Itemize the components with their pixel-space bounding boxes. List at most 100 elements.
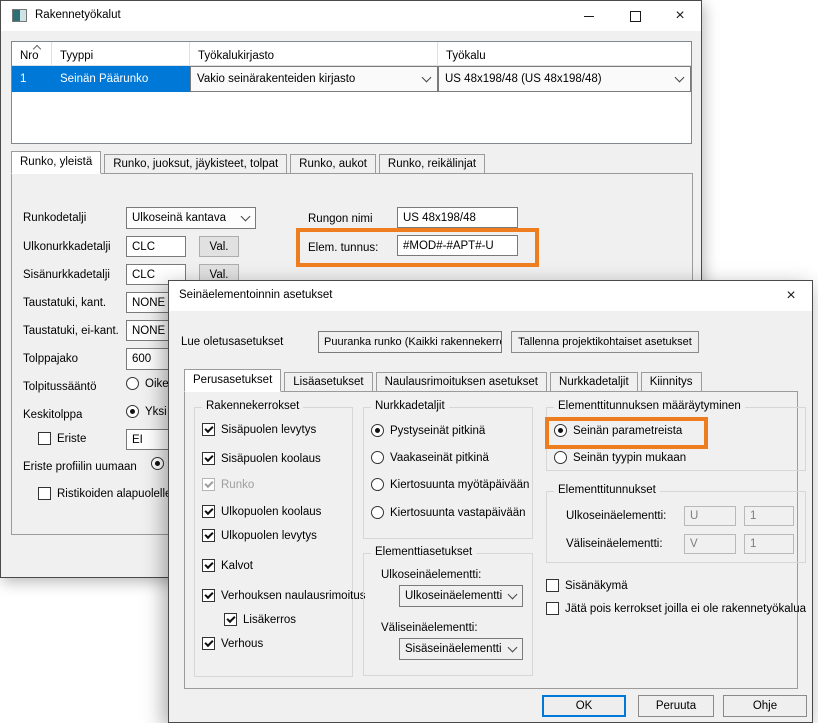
tunnus-valiseinaelementti-label: Väliseinäelementti: — [566, 537, 663, 551]
tab-runko-reikalinjat[interactable]: Runko, reikälinjat — [379, 154, 485, 174]
ristikoiden-alapuolelle-label: Ristikoiden alapuolelle — [57, 488, 171, 500]
help-button[interactable]: Ohje — [723, 695, 807, 717]
checkbox-ulkopuolen-koolaus[interactable]: Ulkopuolen koolaus — [202, 505, 321, 518]
back-titlebar[interactable]: Rakennetyökalut × — [1, 1, 701, 31]
checkbox-verhous[interactable]: Verhous — [202, 637, 263, 650]
checkbox-kalvot[interactable]: Kalvot — [202, 559, 253, 572]
radio-seinan-parametreista[interactable]: Seinän parametreista — [554, 424, 682, 437]
tab-nurkkadetaljit[interactable]: Nurkkadetaljit — [550, 372, 638, 392]
tab-runko-aukot[interactable]: Runko, aukot — [290, 154, 376, 174]
eriste-checkbox[interactable]: Eriste — [38, 432, 86, 445]
rungon-nimi-field[interactable]: US 48x198/48 — [397, 207, 518, 228]
runkodetalji-value: Ulkoseinä kantava — [132, 212, 226, 224]
tab-naulausrimoituksen-asetukset[interactable]: Naulausrimoituksen asetukset — [376, 372, 547, 392]
front-close-button[interactable]: × — [770, 281, 812, 311]
radio-seinan-tyypin-mukaan[interactable]: Seinän tyypin mukaan — [554, 451, 686, 464]
radio-icon — [126, 405, 139, 418]
screen: Rakennetyökalut × Nro Tyyppi Työkalukirj… — [0, 0, 818, 723]
close-icon: × — [786, 288, 795, 304]
checkbox-sisapuolen-koolaus[interactable]: Sisäpuolen koolaus — [202, 452, 321, 465]
tab-runko-yleista[interactable]: Runko, yleistä — [11, 151, 101, 174]
group-title: Rakennekerrokset — [202, 400, 303, 412]
app-icon — [12, 9, 27, 22]
cell-tyyppi[interactable]: Seinän Päärunko — [52, 66, 190, 92]
cancel-button[interactable]: Peruuta — [638, 695, 714, 717]
oletusasetukset-dropdown[interactable]: Puuranka runko (Kaikki rakennekerrokset) — [318, 331, 502, 353]
valiseinaelementti-label: Väliseinäelementti: — [381, 621, 478, 635]
cell-tyokalukirjasto: Vakio seinärakenteiden kirjasto — [190, 66, 438, 92]
close-button[interactable]: × — [658, 1, 702, 31]
rungon-nimi-label: Rungon nimi — [308, 212, 373, 226]
tunnus-ulkoseinaelementti-label: Ulkoseinäelementti: — [566, 509, 666, 523]
checkbox-label: Ulkopuolen levytys — [221, 530, 317, 542]
front-dialog-tabs: Perusasetukset Lisäasetukset Naulausrimo… — [184, 370, 705, 392]
column-header-nro[interactable]: Nro — [12, 42, 52, 65]
ok-button[interactable]: OK — [542, 695, 626, 717]
checkbox-icon — [546, 579, 559, 592]
runkodetalji-label: Runkodetalji — [23, 211, 86, 225]
radio-label: Seinän tyypin mukaan — [573, 452, 686, 464]
tolppajako-label: Tolppajako — [23, 352, 78, 366]
checkbox-verhouksen-naulausrimoitus[interactable]: Verhouksen naulausrimoitus — [202, 589, 365, 602]
close-icon: × — [675, 8, 684, 24]
lue-oletusasetukset-label: Lue oletusasetukset — [181, 335, 283, 349]
eriste-profiilin-uumaan-radio[interactable] — [151, 457, 164, 470]
ulkoseinaelementti-dropdown[interactable]: Ulkoseinäelementti — [399, 585, 523, 607]
checkbox-jata-pois-kerrokset[interactable]: Jätä pois kerrokset joilla ei ole rakenn… — [546, 602, 806, 615]
tab-kiinnitys[interactable]: Kiinnitys — [641, 372, 702, 392]
sisanurkkadetalji-label: Sisänurkkadetalji — [23, 268, 110, 282]
column-header-tyokalukirjasto[interactable]: Työkalukirjasto — [190, 42, 438, 65]
tyokalukirjasto-dropdown[interactable]: Vakio seinärakenteiden kirjasto — [190, 66, 438, 92]
checkbox-lisakerros[interactable]: Lisäkerros — [224, 613, 296, 626]
tab-runko-juoksut[interactable]: Runko, juoksut, jäykisteet, tolpat — [104, 154, 287, 174]
tab-lisaasetukset[interactable]: Lisäasetukset — [284, 372, 372, 392]
tyokalu-dropdown[interactable]: US 48x198/48 (US 48x198/48) — [438, 66, 691, 92]
cell-tyokalu: US 48x198/48 (US 48x198/48) — [438, 66, 691, 92]
radio-icon — [554, 451, 567, 464]
radio-icon — [371, 506, 384, 519]
checkbox-label: Sisänäkymä — [565, 580, 628, 592]
table-row[interactable]: 1 Seinän Päärunko Vakio seinärakenteiden… — [12, 66, 691, 92]
radio-kiertosuunta-vastapaivaan[interactable]: Kiertosuunta vastapäivään — [371, 506, 526, 519]
keskitolppa-radio[interactable]: Yksi — [126, 405, 167, 418]
taustatuki-kant-label: Taustatuki, kant. — [23, 296, 106, 310]
chevron-down-icon — [241, 212, 251, 222]
ulkonurkkadetalji-field[interactable]: CLC — [126, 236, 186, 257]
minimize-button[interactable] — [567, 1, 611, 31]
radio-vaakaseinat-pitkina[interactable]: Vaakaseinät pitkinä — [371, 451, 489, 464]
group-title: Elementtiasetukset — [371, 546, 476, 558]
checkbox-sisapuolen-levytys[interactable]: Sisäpuolen levytys — [202, 423, 316, 436]
valiseinaelementti-dropdown[interactable]: Sisäseinäelementti — [399, 638, 523, 660]
ulkoseinaelementti-label: Ulkoseinäelementti: — [381, 568, 481, 582]
column-header-tyokalu[interactable]: Työkalu — [438, 42, 691, 65]
runkodetalji-dropdown[interactable]: Ulkoseinä kantava — [126, 207, 256, 229]
column-header-tyyppi[interactable]: Tyyppi — [52, 42, 190, 65]
front-titlebar[interactable]: Seinäelementoinnin asetukset × — [169, 281, 812, 311]
checkbox-icon — [202, 452, 215, 465]
chevron-down-icon — [675, 73, 685, 83]
ulkonurkkadetalji-val-button[interactable]: Val. — [199, 236, 239, 257]
radio-label: Kiertosuunta myötäpäivään — [390, 479, 529, 491]
back-dialog-tabs: Runko, yleistä Runko, juoksut, jäykistee… — [11, 152, 488, 174]
checkbox-icon — [202, 637, 215, 650]
eriste-profiilin-uumaan-label: Eriste profiilin uumaan — [23, 460, 137, 474]
oletusasetukset-value: Puuranka runko (Kaikki rakennekerrokset) — [324, 336, 502, 348]
keskitolppa-option-label: Yksi — [145, 406, 167, 418]
cell-nro[interactable]: 1 — [12, 66, 52, 92]
tab-perusasetukset[interactable]: Perusasetukset — [184, 369, 281, 392]
radio-kiertosuunta-myotapaivaan[interactable]: Kiertosuunta myötäpäivään — [371, 478, 529, 491]
ulkonurkkadetalji-label: Ulkonurkkadetalji — [23, 240, 111, 254]
ristikoiden-alapuolelle-checkbox[interactable]: Ristikoiden alapuolelle — [38, 487, 171, 500]
radio-label: Seinän parametreista — [573, 425, 682, 437]
checkbox-ulkopuolen-levytys[interactable]: Ulkopuolen levytys — [202, 529, 317, 542]
tallenna-button[interactable]: Tallenna projektikohtaiset asetukset — [511, 331, 699, 353]
elem-tunnus-field[interactable]: #MOD#-#APT#-U — [397, 235, 518, 256]
eriste-label: Eriste — [57, 433, 86, 445]
radio-icon — [371, 478, 384, 491]
checkbox-sisanakyma[interactable]: Sisänäkymä — [546, 579, 628, 592]
checkbox-icon — [202, 589, 215, 602]
maximize-button[interactable] — [613, 1, 657, 31]
checkbox-icon — [38, 432, 51, 445]
chevron-down-icon — [508, 590, 518, 600]
radio-pystyseinat-pitkina[interactable]: Pystyseinät pitkinä — [371, 424, 485, 437]
